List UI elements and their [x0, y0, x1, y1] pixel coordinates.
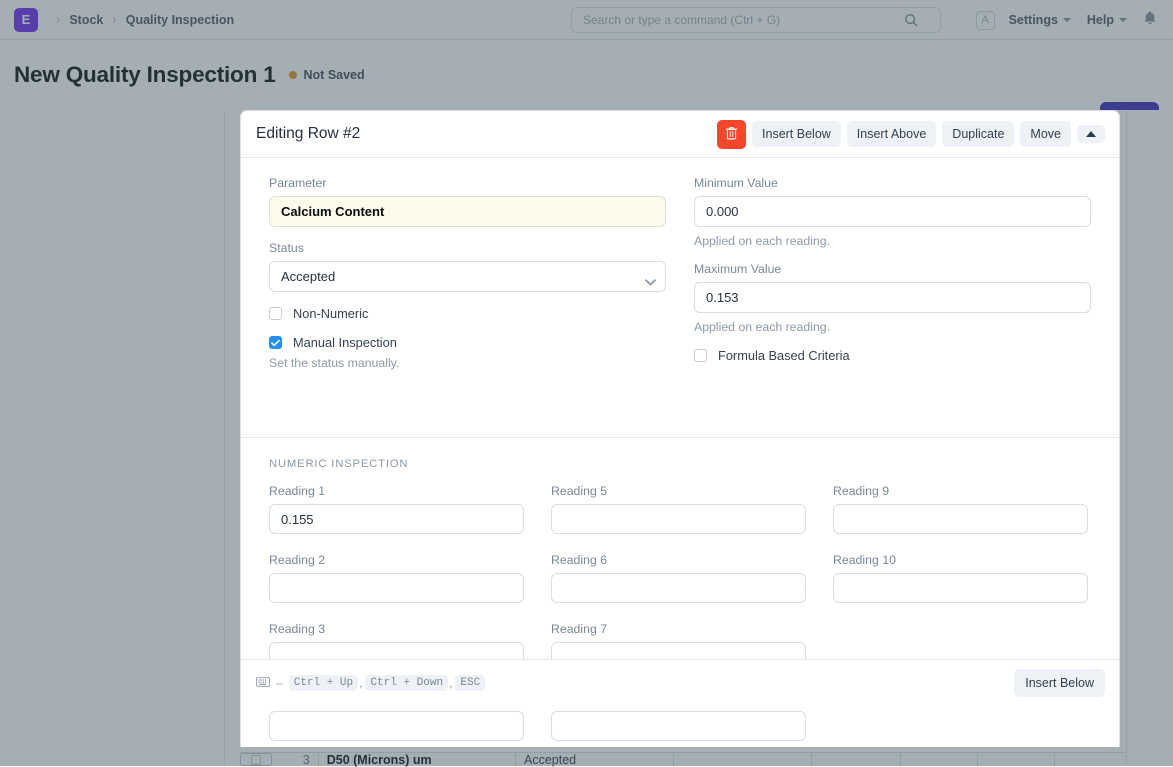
- formula-based-criteria-label: Formula Based Criteria: [718, 348, 850, 363]
- edit-row-form: Parameter Status Accepted Non-Numeric: [241, 158, 1119, 438]
- reading-10-label: Reading 10: [833, 553, 896, 567]
- hint-comma: ,: [359, 676, 363, 690]
- insert-below-button[interactable]: Insert Below: [752, 121, 841, 147]
- maximum-value-help: Applied on each reading.: [694, 320, 831, 334]
- manual-inspection-checkbox[interactable]: [269, 336, 282, 349]
- form-column-right: Minimum Value Applied on each reading. M…: [694, 176, 1091, 421]
- reading-6-cell: Reading 6: [551, 553, 806, 603]
- minimum-value-label: Minimum Value: [694, 176, 778, 190]
- edit-row-footer: – Ctrl + Up , Ctrl + Down , ESC Insert B…: [241, 659, 1119, 706]
- manual-inspection-help: Set the status manually.: [269, 356, 400, 370]
- footer-insert-below-button[interactable]: Insert Below: [1014, 669, 1105, 697]
- maximum-value-input[interactable]: [694, 282, 1091, 313]
- hint-dash: –: [276, 676, 283, 690]
- reading-4-input[interactable]: [269, 711, 524, 741]
- maximum-value-label: Maximum Value: [694, 262, 782, 276]
- minimum-value-input[interactable]: [694, 196, 1091, 227]
- reading-5-input[interactable]: [551, 504, 806, 534]
- grid-spacer: [524, 484, 551, 545]
- shortcut-ctrl-up: Ctrl + Up: [288, 675, 359, 691]
- reading-2-input[interactable]: [269, 573, 524, 603]
- collapse-panel-button[interactable]: [1077, 125, 1105, 143]
- reading-6-label: Reading 6: [551, 553, 608, 567]
- reading-7-label: Reading 7: [551, 622, 608, 636]
- edit-row-header: Editing Row #2 Insert Below Insert Above…: [241, 111, 1119, 158]
- chevron-down-icon: [645, 273, 656, 286]
- reading-5-cell: Reading 5: [551, 484, 806, 534]
- reading-1-label: Reading 1: [269, 484, 326, 498]
- reading-2-label: Reading 2: [269, 553, 326, 567]
- reading-8-input[interactable]: [551, 711, 806, 741]
- hint-comma: ,: [449, 676, 453, 690]
- reading-10-input[interactable]: [833, 573, 1088, 603]
- keyboard-shortcuts-hint: – Ctrl + Up , Ctrl + Down , ESC: [256, 674, 1014, 692]
- minimum-value-help: Applied on each reading.: [694, 234, 831, 248]
- reading-1-input[interactable]: [269, 504, 524, 534]
- shortcut-ctrl-down: Ctrl + Down: [365, 675, 449, 691]
- shortcut-esc: ESC: [455, 675, 486, 691]
- delete-row-button[interactable]: [717, 119, 747, 149]
- reading-9-label: Reading 9: [833, 484, 890, 498]
- edit-row-panel: Editing Row #2 Insert Below Insert Above…: [240, 110, 1120, 747]
- reading-9-input[interactable]: [833, 504, 1088, 534]
- reading-9-cell: Reading 9: [833, 484, 1088, 534]
- trash-icon: [725, 126, 738, 143]
- status-label: Status: [269, 241, 304, 255]
- parameter-label: Parameter: [269, 176, 327, 190]
- non-numeric-label: Non-Numeric: [293, 306, 369, 321]
- manual-inspection-row[interactable]: Manual Inspection: [269, 335, 666, 350]
- move-button[interactable]: Move: [1020, 121, 1071, 147]
- insert-above-button[interactable]: Insert Above: [846, 121, 937, 147]
- non-numeric-checkbox[interactable]: [269, 307, 282, 320]
- edit-row-title: Editing Row #2: [256, 125, 361, 142]
- reading-3-label: Reading 3: [269, 622, 326, 636]
- manual-inspection-label: Manual Inspection: [293, 335, 397, 350]
- reading-10-cell: Reading 10: [833, 553, 1088, 603]
- reading-1-cell: Reading 1: [269, 484, 524, 534]
- status-select-wrap[interactable]: Accepted: [269, 261, 666, 292]
- keyboard-icon: [256, 674, 270, 692]
- formula-based-criteria-checkbox[interactable]: [694, 349, 707, 362]
- duplicate-button[interactable]: Duplicate: [942, 121, 1015, 147]
- grid-spacer: [524, 553, 551, 614]
- grid-spacer: [806, 553, 833, 614]
- grid-spacer: [806, 484, 833, 545]
- status-select[interactable]: Accepted: [269, 261, 666, 292]
- reading-5-label: Reading 5: [551, 484, 608, 498]
- readings-grid: Reading 1 Reading 5 Reading 9 Reading 2 …: [269, 484, 1091, 747]
- form-column-left: Parameter Status Accepted Non-Numeric: [269, 176, 666, 421]
- non-numeric-row[interactable]: Non-Numeric: [269, 306, 666, 321]
- reading-6-input[interactable]: [551, 573, 806, 603]
- numeric-inspection-title: NUMERIC INSPECTION: [269, 458, 409, 470]
- chevron-up-icon: [1086, 131, 1096, 137]
- formula-based-criteria-row[interactable]: Formula Based Criteria: [694, 348, 1091, 363]
- parameter-input[interactable]: [269, 196, 666, 227]
- reading-2-cell: Reading 2: [269, 553, 524, 603]
